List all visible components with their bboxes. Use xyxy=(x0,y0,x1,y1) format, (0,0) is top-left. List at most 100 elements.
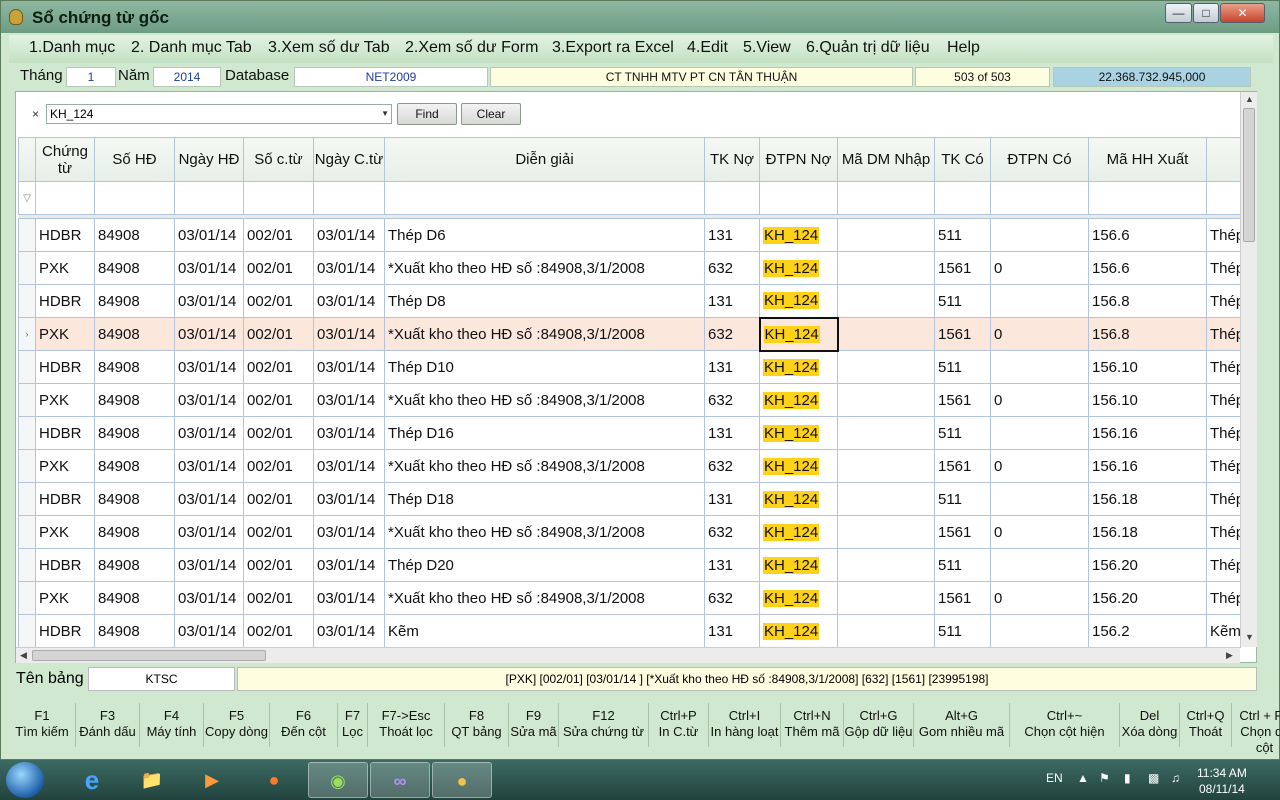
table-cell[interactable]: Thép xyxy=(1206,350,1241,384)
table-cell[interactable]: 0 xyxy=(990,317,1089,351)
table-cell[interactable]: KH_124 xyxy=(759,416,838,450)
table-cell[interactable] xyxy=(990,350,1089,384)
filter-cell[interactable] xyxy=(243,181,314,215)
table-row[interactable]: HDBR 84908 03/01/14 002/01 03/01/14 Thép D6 13… xyxy=(18,218,1241,252)
table-cell[interactable] xyxy=(990,416,1089,450)
table-cell[interactable]: 0 xyxy=(990,251,1089,285)
table-cell[interactable]: 002/01 xyxy=(243,350,314,384)
row-selector[interactable] xyxy=(18,218,36,252)
filter-cell[interactable] xyxy=(174,181,244,215)
table-cell[interactable]: 002/01 xyxy=(243,284,314,318)
table-cell[interactable]: *Xuất kho theo HĐ số :84908,3/1/2008 xyxy=(384,251,705,285)
table-cell[interactable]: 511 xyxy=(934,350,991,384)
table-cell[interactable] xyxy=(990,218,1089,252)
table-cell[interactable]: PXK xyxy=(35,581,95,615)
table-row[interactable]: PXK 84908 03/01/14 002/01 03/01/14 *Xuất kho … xyxy=(18,383,1241,417)
menu-view[interactable]: 5.View xyxy=(743,39,791,57)
table-cell[interactable]: 156.16 xyxy=(1088,449,1207,483)
table-cell[interactable]: 511 xyxy=(934,614,991,648)
table-cell[interactable]: 002/01 xyxy=(243,482,314,516)
table-cell[interactable]: Thép xyxy=(1206,515,1241,549)
table-cell[interactable]: HDBR xyxy=(35,548,95,582)
table-cell[interactable]: 84908 xyxy=(94,383,175,417)
table-cell[interactable] xyxy=(837,548,935,582)
table-cell[interactable] xyxy=(837,218,935,252)
dropdown-arrow-icon[interactable]: ▼ xyxy=(381,105,389,123)
table-cell[interactable]: 03/01/14 xyxy=(174,218,244,252)
fkey-button[interactable]: Ctrl+G Gộp dữ liệu xyxy=(844,703,914,747)
fkey-button[interactable]: F8 QT bảng xyxy=(445,703,509,747)
table-cell[interactable]: 1561 xyxy=(934,515,991,549)
horizontal-scrollbar[interactable]: ◀ ▶ xyxy=(16,647,1240,663)
table-cell[interactable]: PXK xyxy=(35,383,95,417)
chrome-icon[interactable]: ◉ xyxy=(308,762,368,798)
row-selector[interactable] xyxy=(18,284,36,318)
row-selector[interactable] xyxy=(18,614,36,648)
table-cell[interactable]: 156.8 xyxy=(1088,284,1207,318)
table-cell[interactable]: *Xuất kho theo HĐ số :84908,3/1/2008 xyxy=(384,515,705,549)
table-cell[interactable]: PXK xyxy=(35,515,95,549)
table-cell[interactable]: 03/01/14 xyxy=(174,614,244,648)
table-cell[interactable] xyxy=(990,548,1089,582)
filter-cell[interactable] xyxy=(384,181,705,215)
table-cell[interactable] xyxy=(837,614,935,648)
table-cell[interactable]: 156.20 xyxy=(1088,581,1207,615)
table-cell[interactable]: PXK xyxy=(35,449,95,483)
table-cell[interactable] xyxy=(990,614,1089,648)
table-cell[interactable]: 84908 xyxy=(94,251,175,285)
fkey-button[interactable]: Ctrl + F2Chọn ds cột xyxy=(1232,703,1280,755)
scroll-up-icon[interactable]: ▲ xyxy=(1245,94,1254,104)
table-cell[interactable] xyxy=(837,350,935,384)
table-cell[interactable]: 1561 xyxy=(934,251,991,285)
table-cell[interactable]: 03/01/14 xyxy=(313,548,385,582)
table-cell[interactable]: 156.18 xyxy=(1088,515,1207,549)
table-cell[interactable]: 632 xyxy=(704,581,760,615)
scroll-right-icon[interactable]: ▶ xyxy=(1226,650,1233,661)
table-cell[interactable]: Thép xyxy=(1206,284,1241,318)
table-cell[interactable]: KH_124 xyxy=(759,218,838,252)
table-cell[interactable]: 156.6 xyxy=(1088,218,1207,252)
row-pointer-icon[interactable]: › xyxy=(18,317,36,351)
table-cell[interactable]: 03/01/14 xyxy=(313,515,385,549)
table-cell[interactable]: 03/01/14 xyxy=(313,383,385,417)
table-cell[interactable]: Thép D6 xyxy=(384,218,705,252)
table-cell[interactable]: 511 xyxy=(934,218,991,252)
table-cell[interactable]: HDBR xyxy=(35,416,95,450)
visual-studio-icon[interactable]: ∞ xyxy=(370,762,430,798)
table-cell[interactable]: 03/01/14 xyxy=(174,383,244,417)
table-cell[interactable]: 131 xyxy=(704,482,760,516)
table-cell[interactable]: KH_124 xyxy=(759,449,838,483)
table-cell[interactable]: 002/01 xyxy=(243,515,314,549)
table-cell[interactable]: 0 xyxy=(990,515,1089,549)
table-cell[interactable]: 632 xyxy=(704,515,760,549)
fkey-button[interactable]: F3 Đánh dấu xyxy=(76,703,140,747)
table-cell[interactable]: 0 xyxy=(990,581,1089,615)
table-cell[interactable]: 84908 xyxy=(94,416,175,450)
fkey-button[interactable]: F9 Sửa mã xyxy=(509,703,559,747)
table-cell[interactable]: 03/01/14 xyxy=(174,251,244,285)
table-cell[interactable]: HDBR xyxy=(35,350,95,384)
database-field[interactable]: NET2009 xyxy=(294,67,488,87)
row-selector[interactable] xyxy=(18,383,36,417)
explorer-folder-icon[interactable]: 📁 xyxy=(122,762,182,798)
table-row[interactable]: PXK 84908 03/01/14 002/01 03/01/14 *Xuất kho … xyxy=(18,449,1241,483)
table-cell[interactable]: 1561 xyxy=(934,449,991,483)
table-cell[interactable]: 03/01/14 xyxy=(174,350,244,384)
filter-cell[interactable] xyxy=(313,181,385,215)
column-header[interactable]: Chứng từ xyxy=(35,137,95,182)
filter-cell[interactable] xyxy=(934,181,991,215)
table-row[interactable]: HDBR 84908 03/01/14 002/01 03/01/14 Kẽm 131 KH_… xyxy=(18,614,1241,648)
column-header[interactable]: TK Nợ xyxy=(704,137,760,182)
table-cell[interactable]: 03/01/14 xyxy=(174,482,244,516)
table-row[interactable]: › PXK 84908 03/01/14 002/01 03/01/14 *Xuất kho… xyxy=(18,316,1241,352)
row-selector[interactable] xyxy=(18,416,36,450)
fkey-button[interactable]: Ctrl+P In C.từ xyxy=(649,703,709,747)
clock[interactable]: 11:34 AM 08/11/14 xyxy=(1197,765,1247,797)
find-input[interactable]: KH_124 ▼ xyxy=(46,104,392,124)
table-cell[interactable]: 03/01/14 xyxy=(174,581,244,615)
table-row[interactable]: HDBR 84908 03/01/14 002/01 03/01/14 Thép D10 1… xyxy=(18,350,1241,384)
table-row[interactable]: HDBR 84908 03/01/14 002/01 03/01/14 Thép D16 1… xyxy=(18,416,1241,450)
menu-edit[interactable]: 4.Edit xyxy=(687,39,728,57)
table-cell[interactable] xyxy=(837,482,935,516)
fkey-button[interactable]: Alt+G Gom nhiều mã xyxy=(914,703,1010,747)
